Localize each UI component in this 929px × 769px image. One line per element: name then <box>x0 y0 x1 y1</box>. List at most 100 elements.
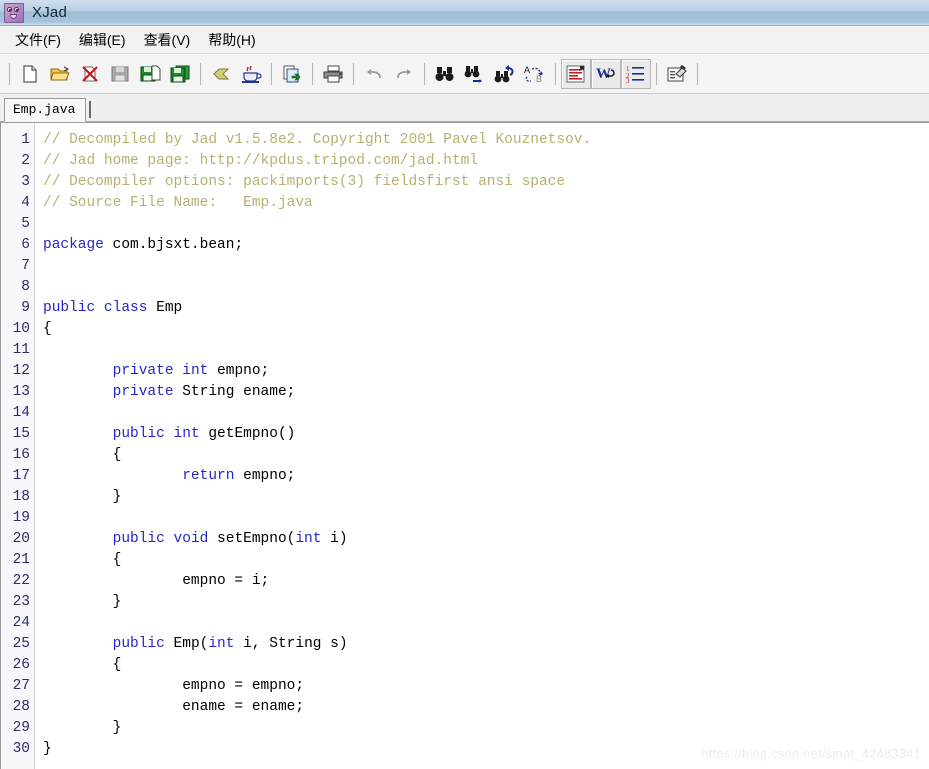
line-number: 9 <box>21 300 30 316</box>
code-line[interactable]: // Decompiler options: packimports(3) fi… <box>43 172 929 193</box>
code-line[interactable]: return empno; <box>43 466 929 487</box>
line-number: 21 <box>12 552 30 568</box>
code-line[interactable] <box>43 277 929 298</box>
code-line[interactable] <box>43 214 929 235</box>
line-number: 29 <box>12 720 30 736</box>
code-line[interactable]: { <box>43 319 929 340</box>
decompile-icon[interactable] <box>206 59 236 89</box>
code-line[interactable]: private int empno; <box>43 361 929 382</box>
find-next-icon[interactable] <box>460 59 490 89</box>
save-all-icon[interactable] <box>165 59 195 89</box>
line-number: 22 <box>12 573 30 589</box>
code-line[interactable]: ename = ename; <box>43 697 929 718</box>
line-number: 5 <box>21 216 30 232</box>
code-line[interactable]: empno = i; <box>43 571 929 592</box>
code-token: // Decompiled by Jad v1.5.8e2. Copyright… <box>43 132 592 148</box>
code-line[interactable]: public int getEmpno() <box>43 424 929 445</box>
copy-to-icon[interactable] <box>277 59 307 89</box>
options-icon[interactable] <box>662 59 692 89</box>
code-token: empno = empno; <box>43 678 305 694</box>
code-line[interactable]: { <box>43 550 929 571</box>
code-line[interactable] <box>43 256 929 277</box>
code-token: // Jad home page: http://kpdus.tripod.co… <box>43 153 479 169</box>
code-token: String ename; <box>173 384 296 400</box>
window-title: XJad <box>32 4 67 21</box>
toolbar-separator <box>200 62 201 85</box>
code-token: private int <box>112 363 209 379</box>
line-number: 27 <box>12 678 30 694</box>
code-line[interactable]: // Decompiled by Jad v1.5.8e2. Copyright… <box>43 130 929 151</box>
line-number: 10 <box>12 321 30 337</box>
code-token: } <box>43 720 122 736</box>
line-number: 26 <box>12 657 30 673</box>
code-line[interactable]: public class Emp <box>43 298 929 319</box>
save-disabled-icon[interactable] <box>105 59 135 89</box>
menu-file[interactable]: 文件(F) <box>6 27 70 53</box>
line-number: 24 <box>12 615 30 631</box>
print-icon[interactable] <box>318 59 348 89</box>
toolbar: AB W 123 <box>0 54 929 94</box>
svg-text:3: 3 <box>626 77 630 84</box>
code-line[interactable]: public Emp(int i, String s) <box>43 634 929 655</box>
code-token: empno; <box>234 468 296 484</box>
code-line[interactable] <box>43 340 929 361</box>
code-line[interactable]: // Jad home page: http://kpdus.tripod.co… <box>43 151 929 172</box>
code-content[interactable]: // Decompiled by Jad v1.5.8e2. Copyright… <box>35 123 929 769</box>
close-file-icon[interactable] <box>75 59 105 89</box>
open-folder-icon[interactable] <box>45 59 75 89</box>
line-number: 28 <box>12 699 30 715</box>
undo-icon[interactable] <box>359 59 389 89</box>
code-line[interactable]: package com.bjsxt.bean; <box>43 235 929 256</box>
code-editor[interactable]: 1 2 3 4 5 6 7 8 9 10 11 12 13 14 15 16 17 18 19 20 21 22 23 24 2… <box>1 123 929 769</box>
java-coffee-icon[interactable] <box>236 59 266 89</box>
code-line[interactable]: { <box>43 445 929 466</box>
code-line[interactable]: private String ename; <box>43 382 929 403</box>
line-number: 7 <box>21 258 30 274</box>
title-bar: XJad <box>0 0 929 26</box>
code-token: Emp( <box>164 636 209 652</box>
new-file-icon[interactable] <box>15 59 45 89</box>
code-line[interactable]: // Source File Name: Emp.java <box>43 193 929 214</box>
code-line[interactable]: } <box>43 487 929 508</box>
xjad-face-icon <box>4 2 24 23</box>
menu-help[interactable]: 帮助(H) <box>199 27 264 53</box>
code-token: int <box>295 531 322 547</box>
toolbar-separator <box>424 62 425 85</box>
line-numbers-icon[interactable]: 123 <box>621 58 651 89</box>
menu-edit[interactable]: 编辑(E) <box>70 27 135 53</box>
menu-view[interactable]: 查看(V) <box>135 27 200 53</box>
code-line[interactable]: empno = empno; <box>43 676 929 697</box>
tab-emp-java[interactable]: Emp.java <box>4 98 87 122</box>
word-wrap-icon[interactable]: W <box>591 58 621 89</box>
code-token: setEmpno( <box>208 531 296 547</box>
redo-icon[interactable] <box>389 59 419 89</box>
code-line[interactable] <box>43 403 929 424</box>
save-as-icon[interactable] <box>135 59 165 89</box>
code-token: package <box>43 237 104 253</box>
code-token: public class <box>43 300 148 316</box>
find-icon[interactable] <box>430 59 460 89</box>
code-token: i, String s) <box>234 636 348 652</box>
line-number: 30 <box>12 741 30 757</box>
find-previous-icon[interactable] <box>490 59 520 89</box>
code-line[interactable] <box>43 508 929 529</box>
code-line[interactable]: } <box>43 592 929 613</box>
tab-strip: Emp.java <box>0 94 929 122</box>
code-line[interactable] <box>43 613 929 634</box>
code-line[interactable]: } <box>43 739 929 760</box>
code-line[interactable]: { <box>43 655 929 676</box>
line-number: 25 <box>12 636 30 652</box>
line-number: 17 <box>12 468 30 484</box>
line-number: 23 <box>12 594 30 610</box>
line-number: 12 <box>12 363 30 379</box>
code-line[interactable]: } <box>43 718 929 739</box>
format-text-icon[interactable] <box>561 58 591 89</box>
replace-icon[interactable]: AB <box>520 59 550 89</box>
line-number: 4 <box>21 195 30 211</box>
code-line[interactable]: public void setEmpno(int i) <box>43 529 929 550</box>
line-number: 20 <box>12 531 30 547</box>
